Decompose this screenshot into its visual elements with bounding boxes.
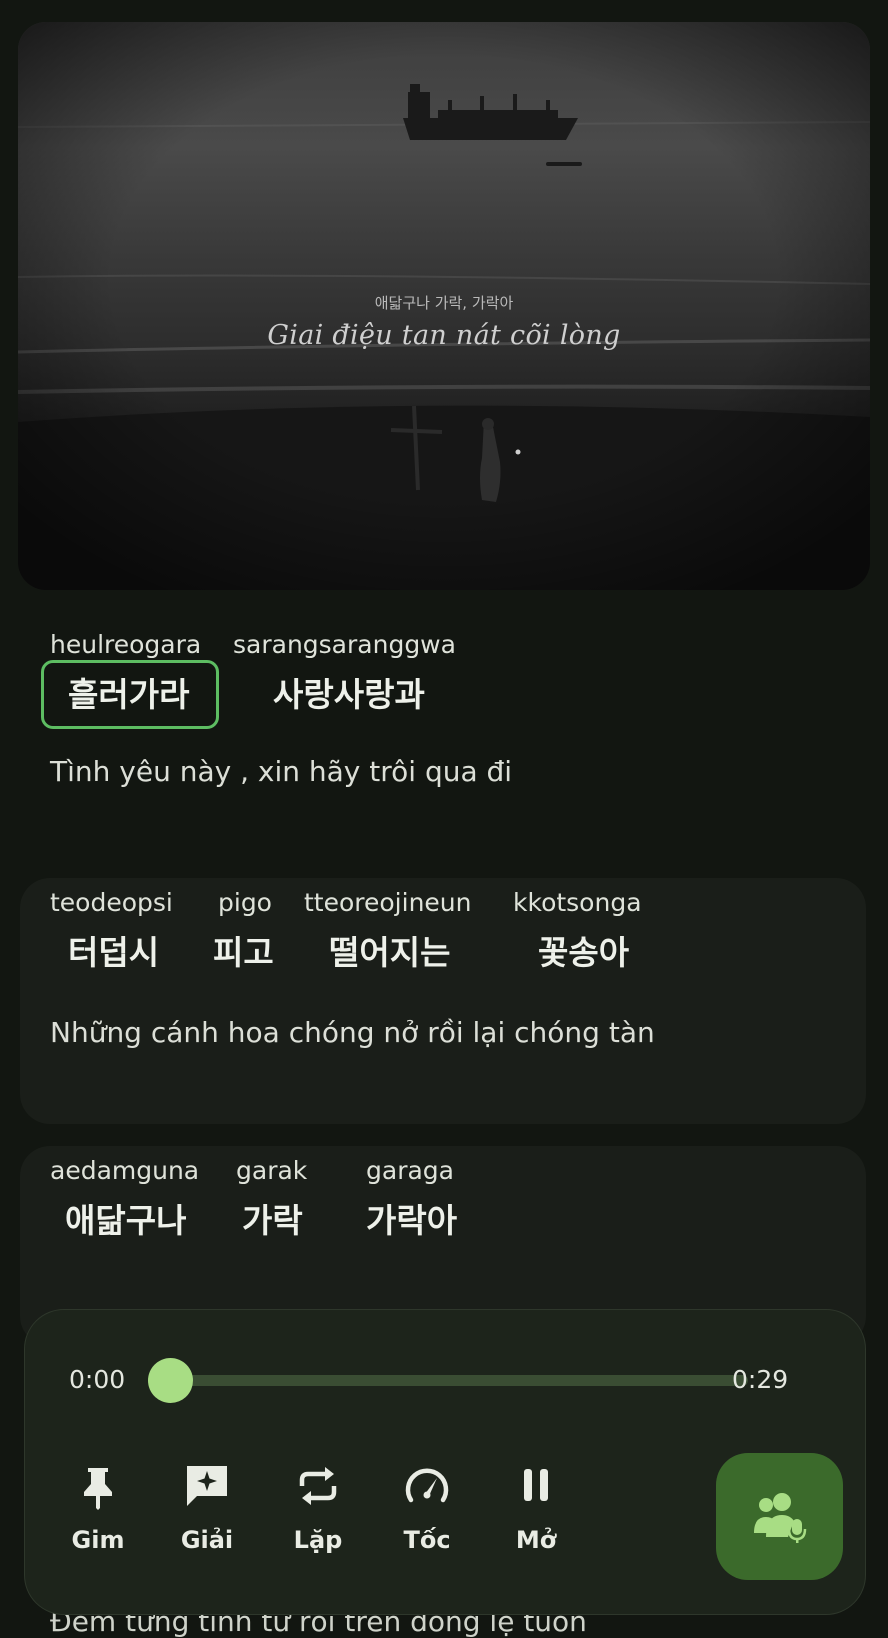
korean-word: 가락 [242, 1201, 303, 1240]
karaoke-button[interactable] [716, 1453, 843, 1580]
lyric-line[interactable]: teodeopsi 터덥시 pigo 피고 tteoreojineun 떨어지는… [20, 878, 866, 1124]
video-subtitle-vietnamese: Giai điệu tan nát cõi lòng [267, 320, 621, 351]
current-time: 0:00 [69, 1365, 126, 1394]
romanization: garaga [366, 1156, 454, 1185]
pause-icon [524, 1469, 548, 1501]
pin-button[interactable]: Gim [58, 1462, 138, 1554]
pin-label: Gim [71, 1526, 125, 1554]
progress-track[interactable] [170, 1375, 748, 1386]
romanization: pigo [218, 888, 272, 917]
korean-word: 애닮구나 [65, 1201, 187, 1240]
lyric-translation: Tình yêu này , xin hãy trôi qua đi [50, 755, 513, 788]
romanization: heulreogara [50, 630, 202, 659]
romanization: kkotsonga [513, 888, 642, 917]
karaoke-users-mic-icon [754, 1493, 807, 1543]
korean-word: 사랑사랑과 [273, 675, 425, 714]
pause-button[interactable]: Mở [496, 1462, 576, 1554]
playback-panel: 0:00 0:29 Gim Giải Lặp Tốc Mở [24, 1309, 866, 1615]
total-time: 0:29 [732, 1365, 789, 1394]
romanization: teodeopsi [50, 888, 173, 917]
speed-button[interactable]: Tốc [387, 1462, 467, 1554]
progress-thumb[interactable] [147, 1358, 193, 1403]
korean-word: 떨어지는 [329, 933, 451, 972]
romanization: garak [236, 1156, 308, 1185]
video-player[interactable]: 애닯구나 가락, 가락아 Giai điệu tan nát cõi lòng [18, 22, 870, 590]
repeat-button[interactable]: Lặp [278, 1462, 358, 1554]
pause-label: Mở [515, 1526, 557, 1554]
korean-word: 꽃송아 [538, 933, 630, 972]
explain-button[interactable]: Giải [167, 1462, 247, 1554]
korean-word: 터덥시 [68, 933, 160, 972]
korean-word: 흘러가라 [68, 675, 190, 714]
romanization: aedamguna [50, 1156, 200, 1185]
speed-gauge-icon [405, 1468, 449, 1503]
speed-label: Tốc [403, 1526, 451, 1554]
lyric-translation: Những cánh hoa chóng nở rồi lại chóng tà… [50, 1016, 655, 1049]
korean-word: 피고 [213, 933, 274, 972]
pin-icon [84, 1468, 112, 1510]
romanization: tteoreojineun [304, 888, 472, 917]
repeat-label: Lặp [293, 1526, 343, 1554]
sparkle-comment-icon [187, 1466, 227, 1506]
romanization: sarangsaranggwa [233, 630, 456, 659]
korean-word: 가락아 [366, 1201, 458, 1240]
video-subtitle-korean: 애닯구나 가락, 가락아 [374, 294, 514, 312]
explain-label: Giải [180, 1526, 234, 1554]
lyric-line[interactable]: heulreogara 흘러가라 sarangsaranggwa 사랑사랑과 T… [20, 620, 866, 820]
repeat-icon [299, 1467, 337, 1505]
